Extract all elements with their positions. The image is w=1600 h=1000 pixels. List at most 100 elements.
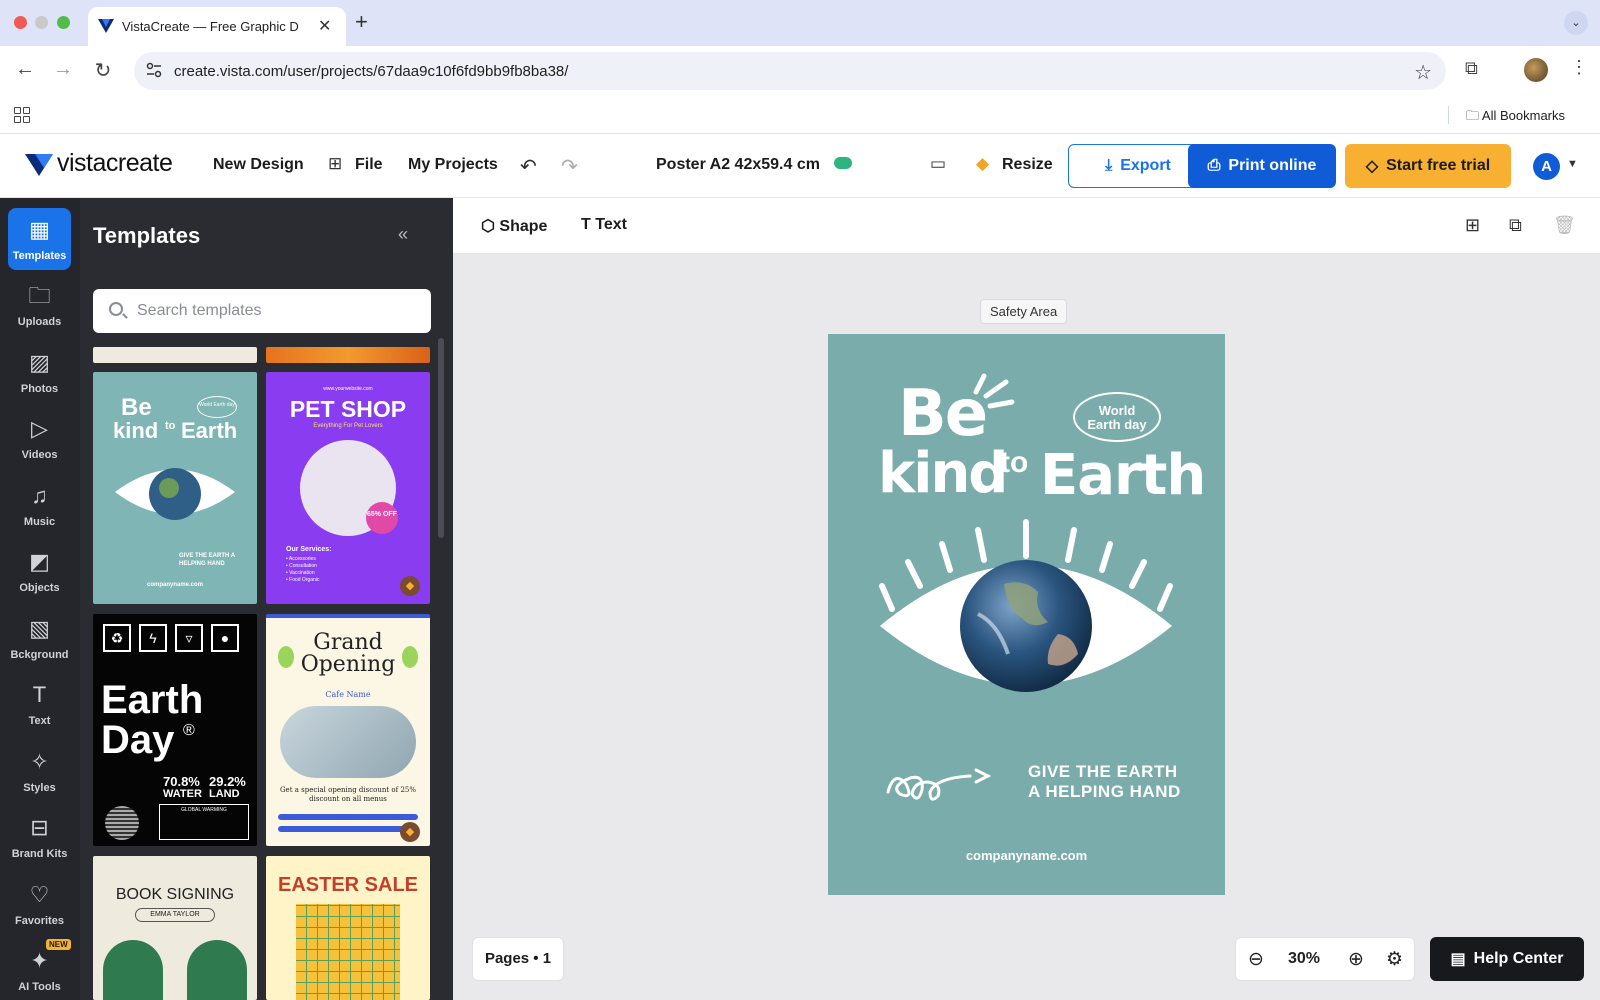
rail-item-music[interactable]: ♫ Music	[8, 474, 71, 536]
start-free-trial-button[interactable]: ◇ Start free trial	[1345, 144, 1511, 188]
omnibox[interactable]: create.vista.com/user/projects/67daa9c10…	[134, 52, 1446, 90]
minimize-window-icon[interactable]	[35, 16, 48, 29]
rail-item-videos[interactable]: ▷ Videos	[8, 407, 71, 469]
help-center-label: Help Center	[1473, 950, 1564, 967]
add-page-icon[interactable]: ⊞	[1465, 215, 1480, 236]
tab-search-icon[interactable]: ⌄	[1564, 11, 1588, 35]
reload-icon[interactable]: ↻	[90, 58, 116, 83]
browser-menu-icon[interactable]: ⋮	[1570, 57, 1588, 78]
extensions-icon[interactable]: ⧉	[1465, 58, 1478, 79]
file-menu-button[interactable]: File	[355, 156, 383, 174]
eye-globe-illustration[interactable]	[828, 514, 1225, 714]
user-avatar[interactable]: A	[1533, 153, 1560, 180]
panel-scrollbar[interactable]	[438, 338, 444, 538]
rail-item-text[interactable]: T Text	[8, 673, 71, 735]
rail-item-styles[interactable]: ✧ Styles	[8, 740, 71, 802]
rail-item-brand-kits[interactable]: ⊟ Brand Kits	[8, 806, 71, 868]
print-online-button[interactable]: ⎙ Print online	[1188, 144, 1336, 188]
profile-avatar-icon[interactable]	[1524, 58, 1548, 82]
duplicate-page-icon[interactable]: ⧉	[1509, 215, 1522, 236]
rail-item-ai-tools[interactable]: ✦ AI Tools NEW	[8, 939, 71, 1000]
browser-tab[interactable]: VistaCreate — Free Graphic D ✕	[88, 7, 346, 46]
grid-icon[interactable]: ⊞	[328, 154, 342, 174]
template-thumb-pet-shop[interactable]: www.yourwebsite.com PET SHOP Everything …	[266, 372, 430, 604]
rail-item-background[interactable]: ▧ Bckground	[8, 607, 71, 669]
rail-item-favorites[interactable]: ♡ Favorites	[8, 873, 71, 935]
new-tab-icon[interactable]: +	[355, 9, 368, 35]
rail-label: AI Tools	[18, 981, 61, 993]
close-window-icon[interactable]	[14, 16, 27, 29]
bookmark-star-icon[interactable]: ☆	[1414, 60, 1432, 85]
back-icon[interactable]: ←	[12, 58, 38, 81]
ai-sparkle-icon: ✦	[30, 948, 49, 973]
undo-icon[interactable]: ↶	[520, 154, 537, 179]
rail-label: Photos	[20, 383, 59, 395]
zoom-in-icon[interactable]: ⊕	[1348, 948, 1364, 971]
rail-item-uploads[interactable]: 🗀 Uploads	[8, 274, 71, 336]
rail-item-photos[interactable]: ▨ Photos	[8, 341, 71, 403]
vistacreate-logo-icon[interactable]	[25, 154, 53, 176]
thumb-text: ®	[183, 722, 195, 739]
document-title[interactable]: Poster A2 42x59.4 cm	[656, 156, 820, 174]
bolt-icon: ϟ	[139, 624, 167, 652]
thumb-text: PET SHOP	[289, 396, 407, 422]
thumb-text: World Earth day	[197, 396, 237, 418]
poster-tagline[interactable]: GIVE THE EARTH A HELPING HAND	[1028, 762, 1181, 802]
poster-headline-earth[interactable]: Earth	[1040, 448, 1206, 504]
zoom-out-icon[interactable]: ⊖	[1248, 948, 1264, 971]
url-text[interactable]: create.vista.com/user/projects/67daa9c10…	[174, 63, 568, 80]
settings-gear-icon[interactable]: ⚙	[1386, 948, 1403, 971]
photo-icon: ▨	[29, 350, 50, 375]
printer-icon: ⎙	[1207, 157, 1221, 174]
logo-text[interactable]: vistacreate	[57, 149, 173, 178]
delete-page-icon[interactable]: 🗑	[1553, 215, 1576, 236]
template-thumb-partial-2[interactable]	[266, 347, 430, 363]
all-bookmarks[interactable]: 🗀 All Bookmarks	[1466, 107, 1565, 129]
rail-item-templates[interactable]: ▦ Templates	[8, 208, 71, 270]
thumb-text: Get a special opening discount of 25% di…	[279, 786, 417, 803]
collapse-panel-icon[interactable]: «	[398, 224, 408, 245]
template-thumb-easter-sale[interactable]: EASTER SALE	[266, 856, 430, 1000]
swirl-arrow-decor	[886, 768, 992, 801]
world-earth-day-badge[interactable]: World Earth day	[1073, 392, 1161, 442]
redo-icon[interactable]: ↷	[561, 154, 578, 179]
text-tool-button[interactable]: T Text	[581, 216, 627, 234]
search-input[interactable]	[137, 289, 417, 333]
template-thumb-be-kind[interactable]: Be kind to Earth World Earth day GIVE TH…	[93, 372, 257, 604]
search-box[interactable]	[93, 289, 431, 333]
apps-grid-icon[interactable]	[14, 107, 30, 123]
maximize-window-icon[interactable]	[57, 16, 70, 29]
chat-icon: ▤	[1450, 951, 1466, 968]
chevron-down-icon[interactable]: ▼	[1567, 158, 1578, 170]
pages-button[interactable]: Pages • 1	[472, 937, 564, 981]
shape-tool-button[interactable]: ⬡ Shape	[481, 216, 547, 236]
shape-decor	[187, 940, 247, 1000]
site-settings-icon[interactable]	[146, 62, 162, 78]
thumb-text: EMMA TAYLOR	[135, 908, 215, 922]
thumb-text: Everything For Pet Lovers	[313, 423, 383, 429]
address-bar: ← → ↻ create.vista.com/user/projects/67d…	[0, 46, 1600, 96]
new-design-button[interactable]: New Design	[213, 156, 304, 174]
poster-headline-be[interactable]: Be	[898, 382, 988, 446]
zoom-value[interactable]: 30%	[1288, 950, 1320, 968]
resize-button[interactable]: Resize	[1002, 156, 1053, 174]
rail-label: Styles	[23, 782, 56, 794]
template-thumb-earth-day[interactable]: ♻ ϟ ▿ ● Earth Day ® 70.8% WATER 29.2% LA…	[93, 614, 257, 846]
poster-url[interactable]: companyname.com	[828, 848, 1225, 863]
template-thumb-book-signing[interactable]: BOOK SIGNING EMMA TAYLOR	[93, 856, 257, 1000]
badge-line-2: Earth day	[1087, 417, 1147, 432]
help-center-button[interactable]: ▤ Help Center	[1430, 937, 1584, 981]
template-thumb-partial-1[interactable]	[93, 347, 257, 363]
thumb-text: GIVE THE EARTH A HELPING HAND	[179, 553, 235, 567]
comments-icon[interactable]: ▭	[930, 154, 946, 174]
export-button[interactable]: ⤓ Export	[1068, 144, 1208, 188]
rail-item-objects[interactable]: ◩ Objects	[8, 540, 71, 602]
poster-headline-to[interactable]: to	[1000, 446, 1028, 480]
rail-label: Favorites	[15, 915, 64, 927]
forward-icon[interactable]: →	[50, 58, 76, 81]
poster-headline-kind[interactable]: kind	[878, 446, 1008, 502]
tab-close-icon[interactable]: ✕	[318, 16, 331, 36]
poster-canvas[interactable]: Be kind to Earth World Earth day GIVE TH…	[828, 334, 1225, 895]
template-thumb-grand-opening[interactable]: Grand Opening Cafe Name Get a special op…	[266, 614, 430, 846]
my-projects-button[interactable]: My Projects	[408, 156, 498, 174]
